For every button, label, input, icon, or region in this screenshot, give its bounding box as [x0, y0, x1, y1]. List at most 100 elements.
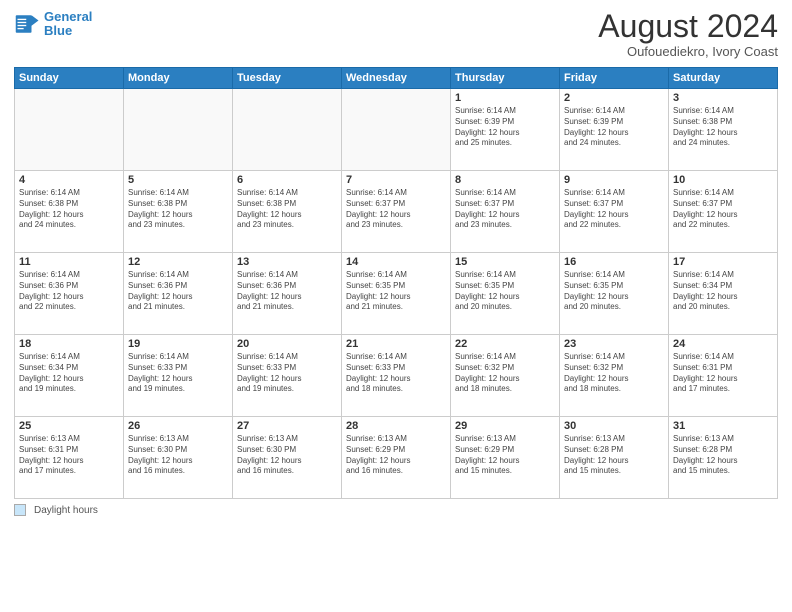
calendar-cell: 19Sunrise: 6:14 AM Sunset: 6:33 PM Dayli… [124, 335, 233, 417]
calendar-cell: 25Sunrise: 6:13 AM Sunset: 6:31 PM Dayli… [15, 417, 124, 499]
day-info: Sunrise: 6:14 AM Sunset: 6:34 PM Dayligh… [19, 352, 119, 395]
day-number: 2 [564, 92, 664, 104]
calendar-cell [124, 89, 233, 171]
day-info: Sunrise: 6:13 AM Sunset: 6:30 PM Dayligh… [237, 434, 337, 477]
logo-text: General Blue [44, 10, 92, 39]
calendar-cell: 11 Sunrise: 6:14 AM Sunset: 6:36 PM Dayli… [15, 253, 124, 335]
day-number: 27 [237, 420, 337, 432]
day-info: Sunrise: 6:14 AM Sunset: 6:35 PM Dayligh… [564, 270, 664, 313]
day-info: Sunrise: 6:14 AM Sunset: 6:34 PM Dayligh… [673, 270, 773, 313]
day-info: Sunrise: 6:14 AM Sunset: 6:31 PM Dayligh… [673, 352, 773, 395]
header-wednesday: Wednesday [342, 68, 451, 89]
day-info: Sunrise: 6:14 AM Sunset: 6:35 PM Dayligh… [346, 270, 446, 313]
calendar-cell: 17 Sunrise: 6:14 AM Sunset: 6:34 PM Dayli… [669, 253, 778, 335]
day-info: Sunrise: 6:14 AM Sunset: 6:38 PM Dayligh… [237, 188, 337, 231]
day-number: 16 [564, 256, 664, 268]
calendar-cell: 14 Sunrise: 6:14 AM Sunset: 6:35 PM Dayli… [342, 253, 451, 335]
day-info: Sunrise: 6:13 AM Sunset: 6:28 PM Dayligh… [564, 434, 664, 477]
footer: Daylight hours [14, 504, 778, 516]
calendar-cell: 24 Sunrise: 6:14 AM Sunset: 6:31 PM Dayli… [669, 335, 778, 417]
day-info: Sunrise: 6:14 AM Sunset: 6:32 PM Dayligh… [564, 352, 664, 395]
page: General Blue August 2024 Oufouediekro, I… [0, 0, 792, 612]
title-area: August 2024 Oufouediekro, Ivory Coast [598, 10, 778, 59]
day-info: Sunrise: 6:14 AM Sunset: 6:36 PM Dayligh… [19, 270, 119, 313]
calendar-cell: 13 Sunrise: 6:14 AM Sunset: 6:36 PM Dayli… [233, 253, 342, 335]
day-info: Sunrise: 6:14 AM Sunset: 6:38 PM Dayligh… [19, 188, 119, 231]
day-number: 30 [564, 420, 664, 432]
calendar-cell: 21 Sunrise: 6:14 AM Sunset: 6:33 PM Dayli… [342, 335, 451, 417]
header-friday: Friday [560, 68, 669, 89]
calendar-cell: 6 Sunrise: 6:14 AM Sunset: 6:38 PM Daylig… [233, 171, 342, 253]
calendar-cell: 7Sunrise: 6:14 AM Sunset: 6:37 PM Daylig… [342, 171, 451, 253]
daylight-legend-box [14, 504, 26, 516]
calendar-cell [15, 89, 124, 171]
header-thursday: Thursday [451, 68, 560, 89]
day-info: Sunrise: 6:13 AM Sunset: 6:29 PM Dayligh… [346, 434, 446, 477]
calendar-cell: 1Sunrise: 6:14 AM Sunset: 6:39 PM Daylig… [451, 89, 560, 171]
day-info: Sunrise: 6:13 AM Sunset: 6:31 PM Dayligh… [19, 434, 119, 477]
day-number: 29 [455, 420, 555, 432]
calendar-cell: 3Sunrise: 6:14 AM Sunset: 6:38 PM Daylig… [669, 89, 778, 171]
day-number: 23 [564, 338, 664, 350]
day-info: Sunrise: 6:14 AM Sunset: 6:39 PM Dayligh… [455, 106, 555, 149]
day-info: Sunrise: 6:14 AM Sunset: 6:36 PM Dayligh… [128, 270, 228, 313]
day-info: Sunrise: 6:14 AM Sunset: 6:37 PM Dayligh… [673, 188, 773, 231]
day-number: 6 [237, 174, 337, 186]
calendar-week-4: 25Sunrise: 6:13 AM Sunset: 6:31 PM Dayli… [15, 417, 778, 499]
day-info: Sunrise: 6:13 AM Sunset: 6:29 PM Dayligh… [455, 434, 555, 477]
calendar-cell: 8Sunrise: 6:14 AM Sunset: 6:37 PM Daylig… [451, 171, 560, 253]
calendar-week-2: 11 Sunrise: 6:14 AM Sunset: 6:36 PM Dayli… [15, 253, 778, 335]
calendar-cell: 15 Sunrise: 6:14 AM Sunset: 6:35 PM Dayli… [451, 253, 560, 335]
calendar-cell: 22Sunrise: 6:14 AM Sunset: 6:32 PM Dayli… [451, 335, 560, 417]
calendar-cell: 18 Sunrise: 6:14 AM Sunset: 6:34 PM Dayli… [15, 335, 124, 417]
day-number: 18 [19, 338, 119, 350]
day-number: 22 [455, 338, 555, 350]
calendar-cell: 16 Sunrise: 6:14 AM Sunset: 6:35 PM Dayli… [560, 253, 669, 335]
header: General Blue August 2024 Oufouediekro, I… [14, 10, 778, 59]
logo: General Blue [14, 10, 92, 39]
header-saturday: Saturday [669, 68, 778, 89]
day-number: 11 [19, 256, 119, 268]
calendar-week-0: 1Sunrise: 6:14 AM Sunset: 6:39 PM Daylig… [15, 89, 778, 171]
calendar-cell: 23 Sunrise: 6:14 AM Sunset: 6:32 PM Dayli… [560, 335, 669, 417]
day-number: 13 [237, 256, 337, 268]
logo-line1: General [44, 9, 92, 24]
month-title: August 2024 [598, 10, 778, 42]
day-number: 9 [564, 174, 664, 186]
day-number: 21 [346, 338, 446, 350]
day-number: 3 [673, 92, 773, 104]
calendar-cell: 29 Sunrise: 6:13 AM Sunset: 6:29 PM Dayli… [451, 417, 560, 499]
day-info: Sunrise: 6:14 AM Sunset: 6:37 PM Dayligh… [564, 188, 664, 231]
day-number: 14 [346, 256, 446, 268]
day-info: Sunrise: 6:14 AM Sunset: 6:35 PM Dayligh… [455, 270, 555, 313]
day-number: 19 [128, 338, 228, 350]
logo-line2: Blue [44, 23, 72, 38]
calendar-week-1: 4Sunrise: 6:14 AM Sunset: 6:38 PM Daylig… [15, 171, 778, 253]
location: Oufouediekro, Ivory Coast [598, 44, 778, 59]
calendar-cell: 28Sunrise: 6:13 AM Sunset: 6:29 PM Dayli… [342, 417, 451, 499]
day-number: 10 [673, 174, 773, 186]
calendar-cell [342, 89, 451, 171]
day-number: 20 [237, 338, 337, 350]
day-info: Sunrise: 6:14 AM Sunset: 6:33 PM Dayligh… [346, 352, 446, 395]
calendar-cell: 4Sunrise: 6:14 AM Sunset: 6:38 PM Daylig… [15, 171, 124, 253]
day-number: 31 [673, 420, 773, 432]
day-info: Sunrise: 6:14 AM Sunset: 6:39 PM Dayligh… [564, 106, 664, 149]
calendar-cell: 30 Sunrise: 6:13 AM Sunset: 6:28 PM Dayli… [560, 417, 669, 499]
day-number: 26 [128, 420, 228, 432]
day-info: Sunrise: 6:14 AM Sunset: 6:38 PM Dayligh… [128, 188, 228, 231]
day-info: Sunrise: 6:14 AM Sunset: 6:36 PM Dayligh… [237, 270, 337, 313]
day-number: 24 [673, 338, 773, 350]
header-sunday: Sunday [15, 68, 124, 89]
day-number: 12 [128, 256, 228, 268]
calendar-cell: 10 Sunrise: 6:14 AM Sunset: 6:37 PM Dayli… [669, 171, 778, 253]
calendar-cell: 9 Sunrise: 6:14 AM Sunset: 6:37 PM Daylig… [560, 171, 669, 253]
day-info: Sunrise: 6:13 AM Sunset: 6:28 PM Dayligh… [673, 434, 773, 477]
calendar-header-row: Sunday Monday Tuesday Wednesday Thursday… [15, 68, 778, 89]
calendar-cell [233, 89, 342, 171]
day-number: 17 [673, 256, 773, 268]
day-number: 15 [455, 256, 555, 268]
day-info: Sunrise: 6:14 AM Sunset: 6:37 PM Dayligh… [455, 188, 555, 231]
calendar: Sunday Monday Tuesday Wednesday Thursday… [14, 67, 778, 499]
calendar-cell: 27 Sunrise: 6:13 AM Sunset: 6:30 PM Dayli… [233, 417, 342, 499]
